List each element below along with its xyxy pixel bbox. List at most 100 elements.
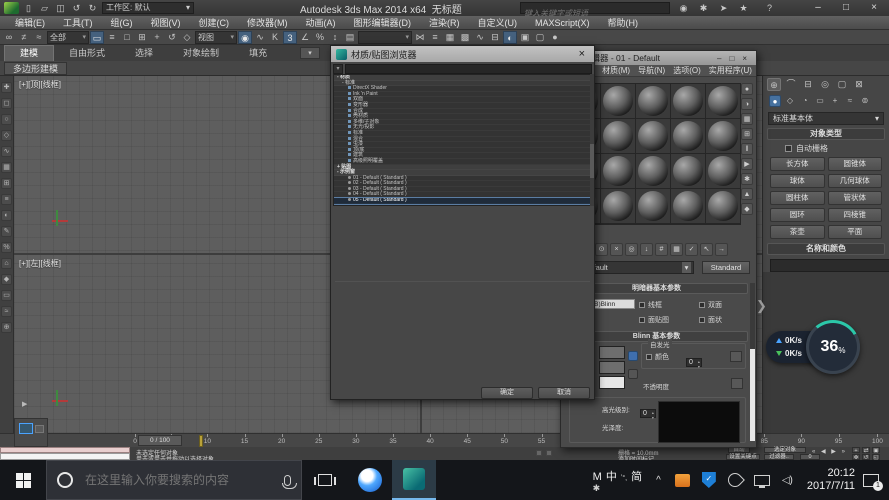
- ribbon-config-dropdown[interactable]: ▾: [300, 47, 320, 59]
- selected-set-dropdown[interactable]: 选定对象: [764, 447, 806, 453]
- zoom-all-icon[interactable]: ⇄: [862, 447, 870, 453]
- undo-icon[interactable]: ↺: [70, 2, 83, 14]
- left-toolbar-icon[interactable]: ⊞: [1, 178, 12, 189]
- close-button[interactable]: ×: [861, 0, 887, 16]
- help-icon[interactable]: ?: [762, 2, 777, 14]
- make-preview-icon[interactable]: ▶: [741, 158, 753, 170]
- wrench-icon[interactable]: ✱: [696, 2, 711, 14]
- maximize-button[interactable]: □: [833, 0, 859, 16]
- ambient-color-swatch[interactable]: [599, 346, 625, 359]
- ime-toolbar[interactable]: M 中 ʼ°, 简 ✱: [593, 468, 642, 492]
- cancel-button[interactable]: 取消: [538, 387, 590, 399]
- cat-helpers[interactable]: +: [829, 95, 841, 107]
- left-toolbar-icon[interactable]: ∿: [1, 146, 12, 157]
- shader-type-dropdown[interactable]: (B)Blinn: [589, 299, 635, 309]
- percent-snap-icon[interactable]: %: [313, 31, 327, 44]
- primitive-button[interactable]: 管状体: [828, 191, 883, 205]
- specular-level-spinner[interactable]: 0: [640, 409, 656, 418]
- minimize-button[interactable]: –: [805, 0, 831, 16]
- cat-geometry[interactable]: ●: [769, 95, 781, 107]
- mirror-icon[interactable]: ⋈: [413, 31, 427, 44]
- left-toolbar-icon[interactable]: %: [1, 242, 12, 253]
- cat-cameras[interactable]: ▭: [814, 95, 826, 107]
- left-toolbar-icon[interactable]: ◐: [1, 210, 12, 221]
- sample-slot[interactable]: [636, 189, 670, 223]
- minimize-button[interactable]: –: [713, 54, 725, 63]
- microphone-icon[interactable]: [284, 475, 291, 486]
- spinner-snap-icon[interactable]: ↕: [328, 31, 342, 44]
- video-color-check-icon[interactable]: ‖: [741, 143, 753, 155]
- sample-slot[interactable]: [706, 84, 740, 118]
- network-dish-icon[interactable]: [725, 470, 745, 490]
- object-name-input[interactable]: [770, 259, 889, 272]
- wireframe-checkbox-row[interactable]: 线框: [639, 300, 662, 310]
- left-toolbar-icon[interactable]: ⌂: [1, 258, 12, 269]
- keyboard-override-icon[interactable]: K: [268, 31, 282, 44]
- primitive-button[interactable]: 平面: [828, 225, 883, 239]
- polygon-modeling-panel[interactable]: 多边形建模: [4, 62, 67, 75]
- name-color-rollout[interactable]: 名称和颜色: [767, 243, 885, 255]
- ime-language[interactable]: 中: [606, 468, 617, 484]
- menu-item[interactable]: 自定义(U): [469, 16, 527, 29]
- material-navigator-icon[interactable]: ◆: [741, 203, 753, 215]
- menu-item[interactable]: 编辑(E): [6, 16, 54, 29]
- render-frame-icon[interactable]: ▢: [533, 31, 547, 44]
- go-forward-icon[interactable]: →: [715, 243, 728, 256]
- menu-item[interactable]: 渲染(R): [420, 16, 469, 29]
- layer-manager-icon[interactable]: ▦: [443, 31, 457, 44]
- selection-filter-dropdown[interactable]: 全部: [47, 31, 89, 44]
- sample-slot[interactable]: [671, 119, 705, 153]
- schematic-view-icon[interactable]: ⊟: [488, 31, 502, 44]
- menu-item[interactable]: 图形编辑器(D): [345, 16, 421, 29]
- favorites-star-icon[interactable]: ★: [736, 2, 751, 14]
- sample-tiling-icon[interactable]: ⊞: [741, 128, 753, 140]
- left-toolbar-icon[interactable]: ◆: [1, 274, 12, 285]
- menu-item[interactable]: 工具(T): [54, 16, 102, 29]
- select-by-material-icon[interactable]: ▲: [741, 188, 753, 200]
- left-toolbar-icon[interactable]: ✎: [1, 226, 12, 237]
- sample-slot[interactable]: [636, 154, 670, 188]
- close-button[interactable]: ×: [738, 54, 751, 63]
- panel-expand-chevron-icon[interactable]: ❯: [756, 298, 767, 314]
- backlight-icon[interactable]: ◑: [741, 98, 753, 110]
- search-icon[interactable]: ◉: [676, 2, 691, 14]
- sample-slot[interactable]: [601, 189, 635, 223]
- ime-m[interactable]: M: [593, 471, 602, 483]
- assign-to-selection-icon[interactable]: ⊙: [595, 243, 608, 256]
- select-rotate-icon[interactable]: ↺: [165, 31, 179, 44]
- primitive-button[interactable]: 球体: [770, 174, 825, 188]
- primitive-category-dropdown[interactable]: 标准基本体 ▾: [768, 112, 884, 125]
- viewport-layout-tabs[interactable]: [14, 418, 48, 447]
- color-checkbox-row[interactable]: 颜色: [646, 352, 669, 362]
- left-toolbar-icon[interactable]: ≈: [1, 306, 12, 317]
- left-toolbar-icon[interactable]: ▦: [1, 162, 12, 173]
- open-file-icon[interactable]: ▱: [38, 2, 51, 14]
- left-toolbar-icon[interactable]: ≡: [1, 194, 12, 205]
- sample-slot[interactable]: [671, 189, 705, 223]
- memory-usage-ball[interactable]: 36 %: [806, 320, 860, 374]
- ribbon-tab[interactable]: 对象绘制: [168, 46, 234, 61]
- window-crossing-icon[interactable]: ⊞: [135, 31, 149, 44]
- curve-editor-icon[interactable]: ∿: [473, 31, 487, 44]
- left-toolbar-icon[interactable]: ◇: [1, 130, 12, 141]
- material-list-row[interactable]: 05 - Default ( Standard ): [334, 198, 591, 204]
- go-to-parent-icon[interactable]: ↖: [700, 243, 713, 256]
- time-slider[interactable]: 0 / 100: [138, 435, 182, 446]
- menu-item[interactable]: 帮助(H): [599, 16, 648, 29]
- left-toolbar-icon[interactable]: ✚: [1, 82, 12, 93]
- tab-display[interactable]: ▢: [835, 78, 849, 91]
- help-search-field[interactable]: [520, 2, 670, 14]
- cat-shapes[interactable]: ◇: [784, 95, 796, 107]
- arrow-icon[interactable]: ➤: [716, 2, 731, 14]
- primitive-button[interactable]: 几何球体: [828, 174, 883, 188]
- sample-slot[interactable]: [601, 119, 635, 153]
- self-illumination-map-button[interactable]: [730, 351, 742, 362]
- maximize-button[interactable]: □: [725, 54, 738, 63]
- menu-item[interactable]: 材质(M): [602, 65, 630, 76]
- tab-motion[interactable]: ◎: [818, 78, 832, 91]
- save-file-icon[interactable]: ◫: [54, 2, 67, 14]
- faceted-checkbox-row[interactable]: 面状: [699, 315, 722, 325]
- put-to-library-icon[interactable]: ↓: [640, 243, 653, 256]
- background-icon[interactable]: ▦: [741, 113, 753, 125]
- facemap-checkbox-row[interactable]: 面贴图: [639, 315, 669, 325]
